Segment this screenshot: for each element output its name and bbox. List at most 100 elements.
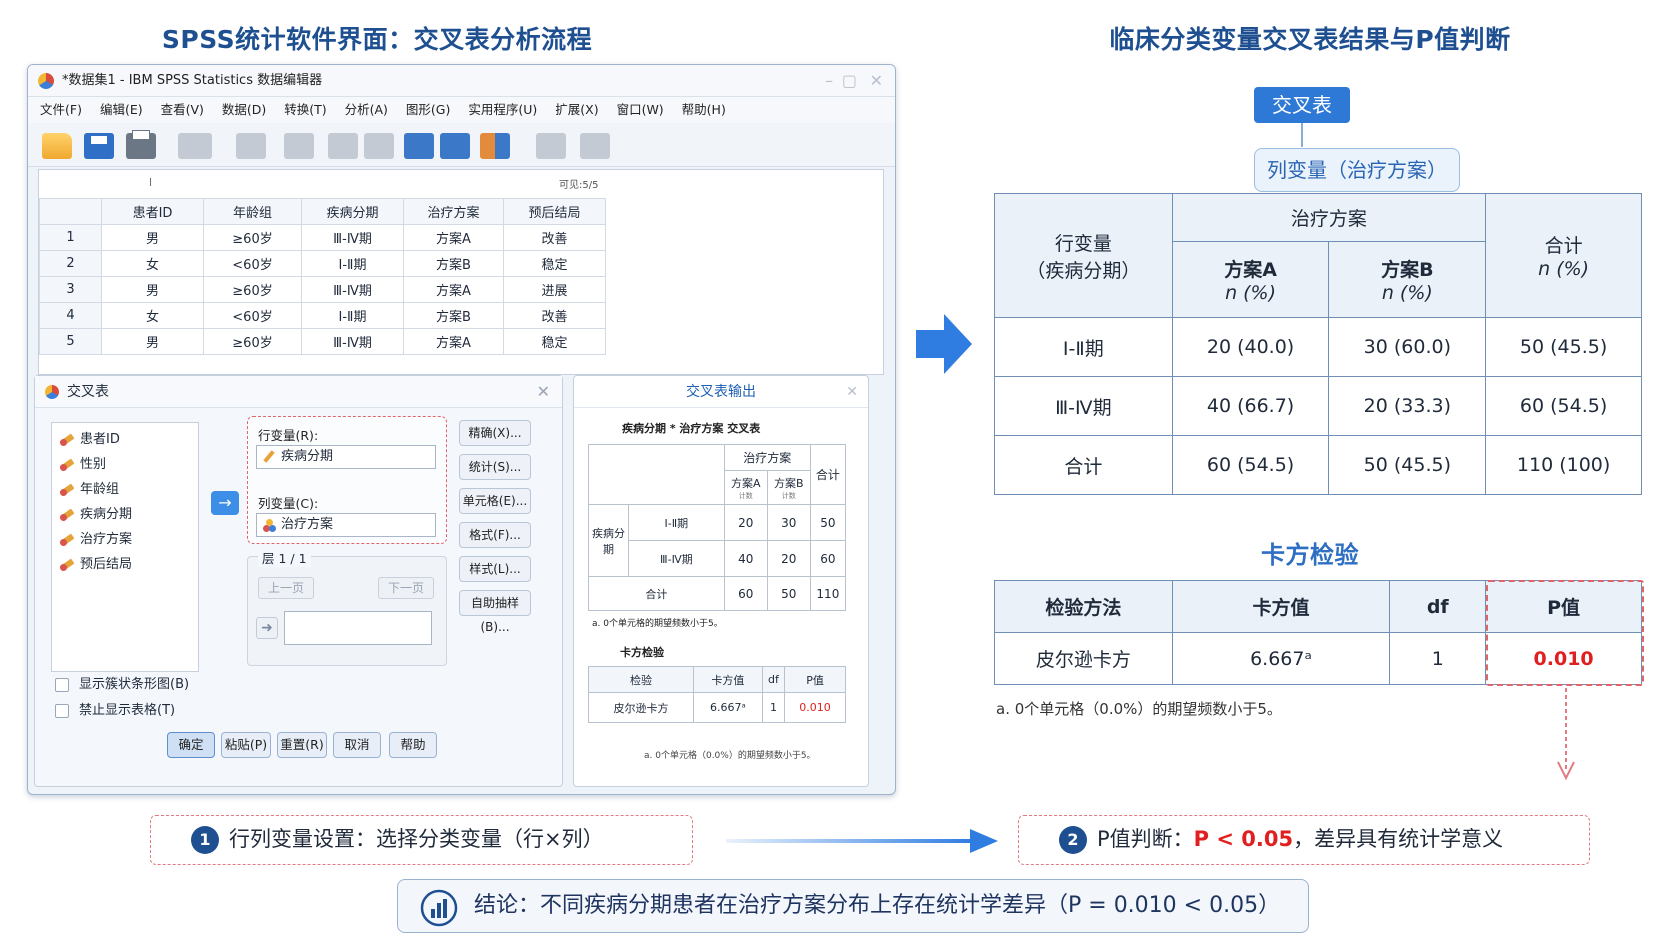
maximize-icon[interactable]: ▢ [842, 65, 857, 97]
bootstrap-button[interactable]: 自助抽样(B)... [459, 590, 531, 634]
row-number[interactable]: 5 [39, 328, 102, 355]
row-number[interactable]: 3 [39, 276, 102, 303]
menu-edit[interactable]: 编辑(E) [100, 102, 143, 117]
data-cell[interactable]: 女 [101, 250, 204, 277]
layer-move-button[interactable]: ➜ [256, 617, 278, 639]
row-variable-field[interactable]: 疾病分期 [256, 445, 436, 469]
print-icon[interactable] [126, 130, 156, 159]
goto-case-icon[interactable] [328, 133, 358, 159]
data-cell[interactable]: 稳定 [503, 328, 606, 355]
variable-list[interactable]: 患者ID 性别 年龄组 疾病分期 治疗方案 预后结局 [51, 422, 199, 672]
row-number[interactable]: 4 [39, 302, 102, 329]
data-cell[interactable]: 方案B [403, 250, 504, 277]
close-icon[interactable]: ✕ [846, 376, 858, 408]
next-button[interactable]: 下一页 [378, 577, 434, 599]
list-item[interactable]: 预后结局 [52, 552, 198, 577]
menu-file[interactable]: 文件(F) [40, 102, 82, 117]
suppress-tables-checkbox[interactable]: 禁止显示表格(T) [55, 702, 175, 720]
data-cell[interactable]: 进展 [503, 276, 606, 303]
undo-icon[interactable] [236, 133, 266, 159]
ok-button[interactable]: 确定 [167, 732, 215, 758]
column-header[interactable]: 治疗方案 [403, 198, 504, 225]
format-button[interactable]: 格式(F)... [459, 522, 531, 548]
menu-extensions[interactable]: 扩展(X) [555, 102, 598, 117]
redo-icon[interactable] [284, 133, 314, 159]
split-file-icon[interactable] [536, 133, 566, 159]
footnote: a. 0个单元格的期望频数小于5。 [592, 619, 723, 629]
column-header[interactable]: 疾病分期 [301, 198, 404, 225]
data-cell[interactable]: Ⅲ-Ⅳ期 [301, 224, 404, 251]
column-header[interactable]: 预后结局 [503, 198, 606, 225]
data-cell[interactable]: 女 [101, 302, 204, 329]
table-cell: 40 [723, 540, 768, 577]
menu-analyze[interactable]: 分析(A) [345, 102, 388, 117]
column-header[interactable]: 年龄组 [203, 198, 302, 225]
menu-window[interactable]: 窗口(W) [617, 102, 664, 117]
cells-button[interactable]: 单元格(E)... [459, 488, 531, 514]
insert-cases-icon[interactable] [480, 133, 510, 159]
reset-button[interactable]: 重置(R) [277, 732, 327, 758]
list-item[interactable]: 年龄组 [52, 477, 198, 502]
save-icon[interactable] [84, 133, 114, 159]
row-number[interactable]: 1 [39, 224, 102, 251]
goto-variable-icon[interactable] [364, 133, 394, 159]
find-icon[interactable] [440, 133, 470, 159]
close-icon[interactable]: ✕ [870, 65, 883, 97]
data-cell[interactable]: ≥60岁 [203, 328, 302, 355]
table-cell: 皮尔逊卡方 [588, 692, 694, 723]
layer-field[interactable] [284, 611, 432, 645]
list-item[interactable]: 疾病分期 [52, 502, 198, 527]
data-cell[interactable]: 改善 [503, 302, 606, 329]
clustered-bar-checkbox[interactable]: 显示簇状条形图(B) [55, 676, 189, 694]
data-cell[interactable]: Ⅰ-Ⅱ期 [301, 302, 404, 329]
right-arrow-icon [726, 829, 998, 853]
data-cell[interactable]: 男 [101, 224, 204, 251]
plan-b-header: 方案B n (%) [1328, 241, 1487, 318]
menu-graphs[interactable]: 图形(G) [406, 102, 450, 117]
data-cell[interactable]: Ⅰ-Ⅱ期 [301, 250, 404, 277]
menu-transform[interactable]: 转换(T) [284, 102, 326, 117]
column-header[interactable]: 患者ID [101, 198, 204, 225]
column-variable-field[interactable]: 治疗方案 [256, 513, 436, 537]
paste-button[interactable]: 粘贴(P) [221, 732, 271, 758]
step-1-callout: 1 行列变量设置：选择分类变量（行×列） [150, 815, 693, 865]
weight-cases-icon[interactable] [580, 133, 610, 159]
exact-button[interactable]: 精确(X)... [459, 420, 531, 446]
list-item[interactable]: 性别 [52, 452, 198, 477]
table-row: 合计 60 (54.5) 50 (45.5) 110 (100) [994, 435, 1642, 495]
menu-data[interactable]: 数据(D) [222, 102, 266, 117]
data-cell[interactable]: 男 [101, 328, 204, 355]
flow-arrow-icon [916, 314, 972, 374]
statistics-button[interactable]: 统计(S)... [459, 454, 531, 480]
minimize-icon[interactable]: – [825, 65, 833, 97]
data-cell[interactable]: ≥60岁 [203, 224, 302, 251]
data-cell[interactable]: <60岁 [203, 250, 302, 277]
data-cell[interactable]: ≥60岁 [203, 276, 302, 303]
data-cell[interactable]: 男 [101, 276, 204, 303]
cancel-button[interactable]: 取消 [333, 732, 381, 758]
data-cell[interactable]: Ⅲ-Ⅳ期 [301, 328, 404, 355]
data-cell[interactable]: 方案A [403, 328, 504, 355]
menu-help[interactable]: 帮助(H) [682, 102, 726, 117]
row-number[interactable]: 2 [39, 250, 102, 277]
close-icon[interactable]: ✕ [537, 376, 550, 408]
open-folder-icon[interactable] [42, 133, 72, 159]
menu-view[interactable]: 查看(V) [161, 102, 204, 117]
list-item[interactable]: 患者ID [52, 427, 198, 452]
help-button[interactable]: 帮助 [389, 732, 437, 758]
col-group-header: 治疗方案 [723, 444, 811, 471]
list-item[interactable]: 治疗方案 [52, 527, 198, 552]
previous-button[interactable]: 上一页 [258, 577, 314, 599]
data-cell[interactable]: 改善 [503, 224, 606, 251]
style-button[interactable]: 样式(L)... [459, 556, 531, 582]
data-cell[interactable]: 方案B [403, 302, 504, 329]
data-cell[interactable]: Ⅲ-Ⅳ期 [301, 276, 404, 303]
variables-icon[interactable] [404, 133, 434, 159]
move-right-button[interactable]: → [211, 491, 239, 515]
menu-utilities[interactable]: 实用程序(U) [468, 102, 537, 117]
data-cell[interactable]: <60岁 [203, 302, 302, 329]
data-cell[interactable]: 稳定 [503, 250, 606, 277]
dialog-recall-icon[interactable] [178, 133, 212, 159]
data-cell[interactable]: 方案A [403, 224, 504, 251]
data-cell[interactable]: 方案A [403, 276, 504, 303]
